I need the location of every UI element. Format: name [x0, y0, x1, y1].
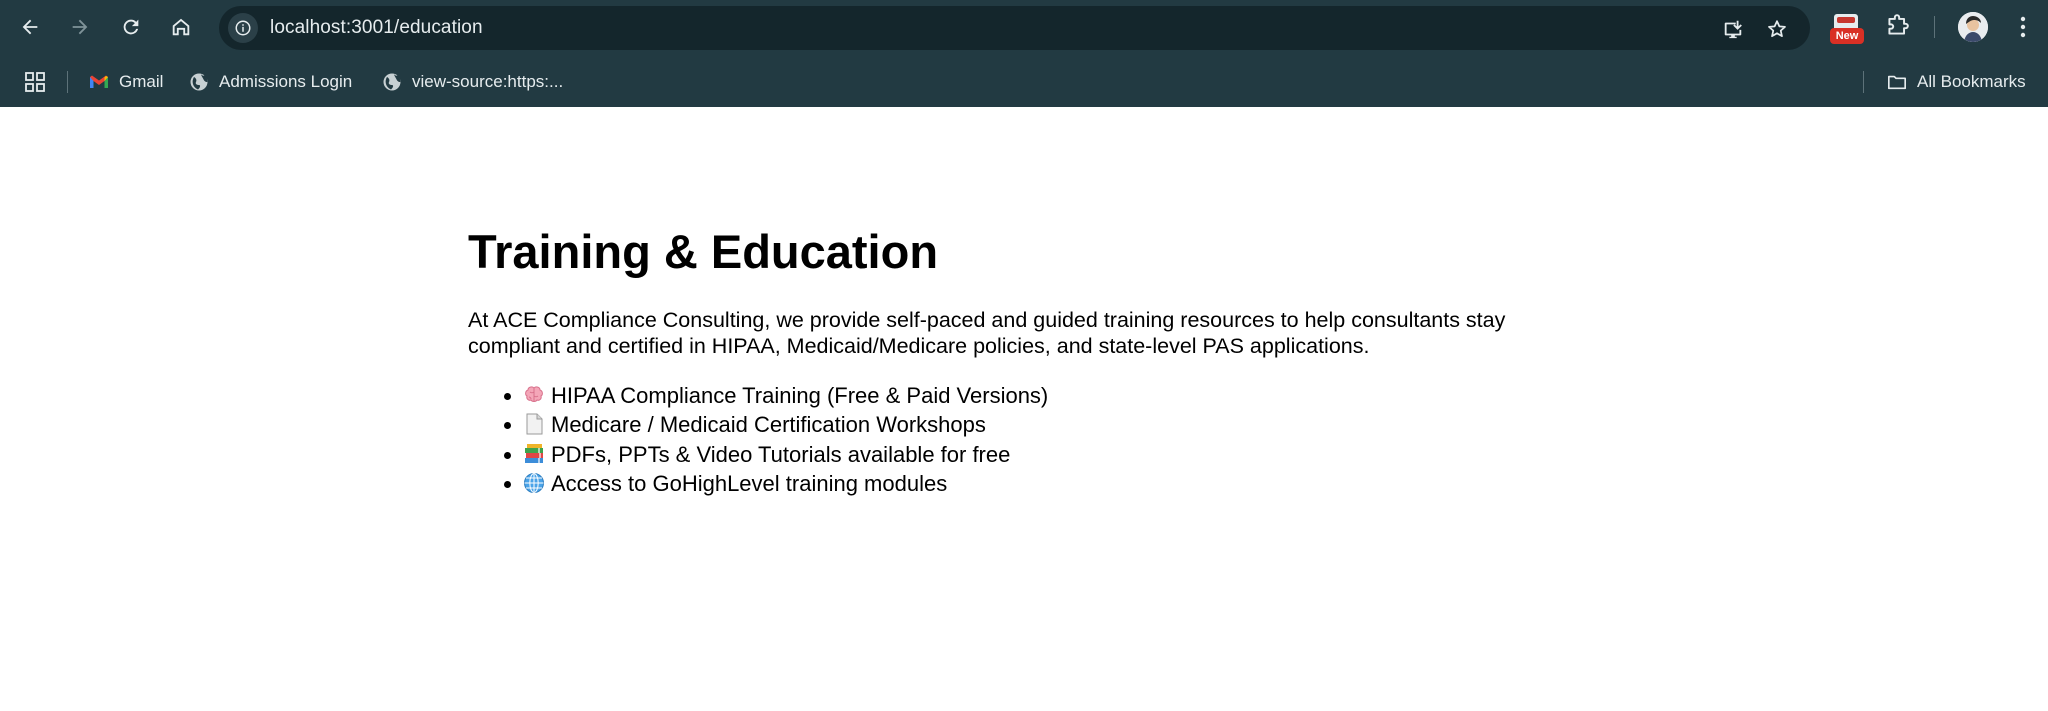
list-item: Access to GoHighLevel training modules [468, 469, 1048, 498]
list-item: HIPAA Compliance Training (Free & Paid V… [468, 381, 1048, 410]
brain-icon [523, 384, 545, 406]
intro-paragraph: At ACE Compliance Consulting, we provide… [468, 308, 1506, 358]
install-app-button[interactable] [1719, 15, 1747, 43]
extension-new-button[interactable]: New [1830, 12, 1864, 44]
feature-label: Medicare / Medicaid Certification Worksh… [551, 412, 986, 438]
reload-button[interactable] [113, 9, 149, 45]
globe-icon [189, 72, 209, 92]
page-title: Training & Education [468, 225, 939, 278]
profile-avatar[interactable] [1958, 12, 1988, 42]
browser-menu-button[interactable] [2010, 13, 2036, 41]
bookmark-admissions-login[interactable]: Admissions Login [189, 68, 352, 96]
avatar-icon [1958, 12, 1988, 42]
globe-icon [382, 72, 402, 92]
arrow-left-icon [22, 19, 38, 35]
all-bookmarks-button[interactable]: All Bookmarks [1887, 68, 2026, 96]
bookmark-label: view-source:https:... [412, 72, 564, 91]
browser-chrome: localhost:3001/education New Gmail Admis… [0, 0, 2048, 107]
reload-icon [123, 19, 139, 35]
toolbar-divider [1934, 16, 1935, 38]
page-viewport: Training & Education At ACE Compliance C… [0, 107, 2048, 711]
bookmarks-bar: Gmail Admissions Login view-source:https… [0, 62, 2048, 102]
bookmark-star-button[interactable] [1763, 15, 1791, 43]
url-text[interactable]: localhost:3001/education [270, 17, 483, 39]
info-icon [235, 20, 251, 36]
bullet [504, 422, 511, 430]
site-info-button[interactable] [228, 13, 258, 43]
more-vertical-icon [2020, 16, 2026, 38]
new-badge: New [1830, 28, 1864, 44]
document-icon [523, 413, 545, 435]
list-item: PDFs, PPTs & Video Tutorials available f… [468, 440, 1048, 469]
bookmark-gmail[interactable]: Gmail [89, 68, 163, 96]
feature-label: PDFs, PPTs & Video Tutorials available f… [551, 441, 1011, 467]
gmail-icon [89, 72, 109, 92]
bookmark-label: Admissions Login [219, 72, 353, 91]
apps-grid-icon [25, 72, 45, 92]
bullet [504, 480, 511, 488]
bullet [504, 393, 511, 400]
star-icon [1768, 20, 1786, 38]
folder-icon [1887, 72, 1907, 92]
bullet [504, 451, 511, 459]
bookmark-label: Gmail [119, 72, 164, 91]
address-bar[interactable]: localhost:3001/education [219, 6, 1810, 50]
browser-toolbar: localhost:3001/education New [0, 0, 2048, 54]
apps-button[interactable] [24, 71, 46, 93]
home-button[interactable] [163, 9, 199, 45]
extensions-button[interactable] [1884, 13, 1912, 41]
forward-button[interactable] [62, 9, 98, 45]
bookmarks-separator [67, 71, 68, 93]
puzzle-icon [1888, 14, 1909, 35]
arrow-right-icon [72, 19, 88, 35]
install-app-icon [1724, 20, 1742, 39]
bookmark-view-source[interactable]: view-source:https:... [382, 68, 563, 96]
home-icon [172, 18, 190, 36]
feature-label: Access to GoHighLevel training modules [551, 470, 948, 496]
bookmarks-separator [1863, 71, 1864, 93]
feature-label: HIPAA Compliance Training (Free & Paid V… [551, 383, 1049, 408]
books-icon [523, 443, 545, 465]
list-item: Medicare / Medicaid Certification Worksh… [468, 410, 1048, 439]
all-bookmarks-label: All Bookmarks [1917, 72, 2026, 91]
back-button[interactable] [12, 9, 48, 45]
globe-icon [523, 472, 545, 494]
features-list: HIPAA Compliance Training (Free & Paid V… [468, 381, 1048, 498]
